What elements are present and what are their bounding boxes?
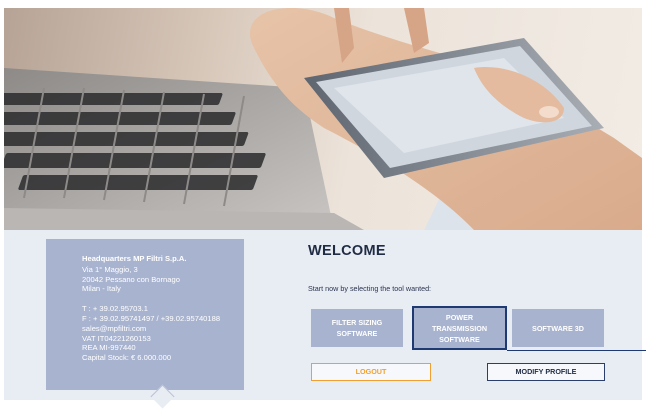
vat-number: VAT IT04221260153 bbox=[82, 333, 151, 343]
page-title: WELCOME bbox=[308, 243, 386, 259]
address-city: 20042 Pessano con Bornago bbox=[82, 274, 180, 284]
page-subtitle: Start now by selecting the tool wanted: bbox=[308, 284, 432, 293]
logout-button[interactable]: LOGOUT bbox=[311, 363, 431, 381]
power-transmission-software-button[interactable]: POWER TRANSMISSION SOFTWARE bbox=[412, 306, 507, 350]
address-region: Milan - Italy bbox=[82, 284, 121, 294]
filter-sizing-software-button[interactable]: FILTER SIZING SOFTWARE bbox=[311, 309, 403, 347]
capital-stock: Capital Stock: € 6.000.000 bbox=[82, 353, 172, 363]
highlight-pointer-line bbox=[507, 350, 646, 351]
hero-illustration bbox=[4, 8, 642, 230]
content-panel: Headquarters MP Filtri S.p.A. Via 1° Mag… bbox=[4, 230, 646, 409]
modify-profile-button[interactable]: MODIFY PROFILE bbox=[487, 363, 605, 381]
company-name: Headquarters MP Filtri S.p.A. bbox=[82, 254, 187, 263]
rea-number: REA MI-997440 bbox=[82, 343, 136, 353]
hero-image bbox=[4, 8, 642, 230]
phone-number: T : + 39.02.95703.1 bbox=[82, 304, 148, 314]
fax-number: F : + 39.02.95741497 / +39.02.95740188 bbox=[82, 313, 221, 323]
address-street: Via 1° Maggio, 3 bbox=[82, 264, 138, 274]
filter-sizing-label: FILTER SIZING SOFTWARE bbox=[331, 318, 383, 338]
email-link[interactable]: sales@mpfiltri.com bbox=[82, 324, 244, 334]
software-3d-label: SOFTWARE 3D bbox=[532, 323, 584, 333]
power-transmission-label: POWER TRANSMISSION SOFTWARE bbox=[431, 312, 488, 344]
software-3d-button[interactable]: SOFTWARE 3D bbox=[512, 309, 604, 347]
address-card: Headquarters MP Filtri S.p.A. Via 1° Mag… bbox=[46, 239, 244, 390]
